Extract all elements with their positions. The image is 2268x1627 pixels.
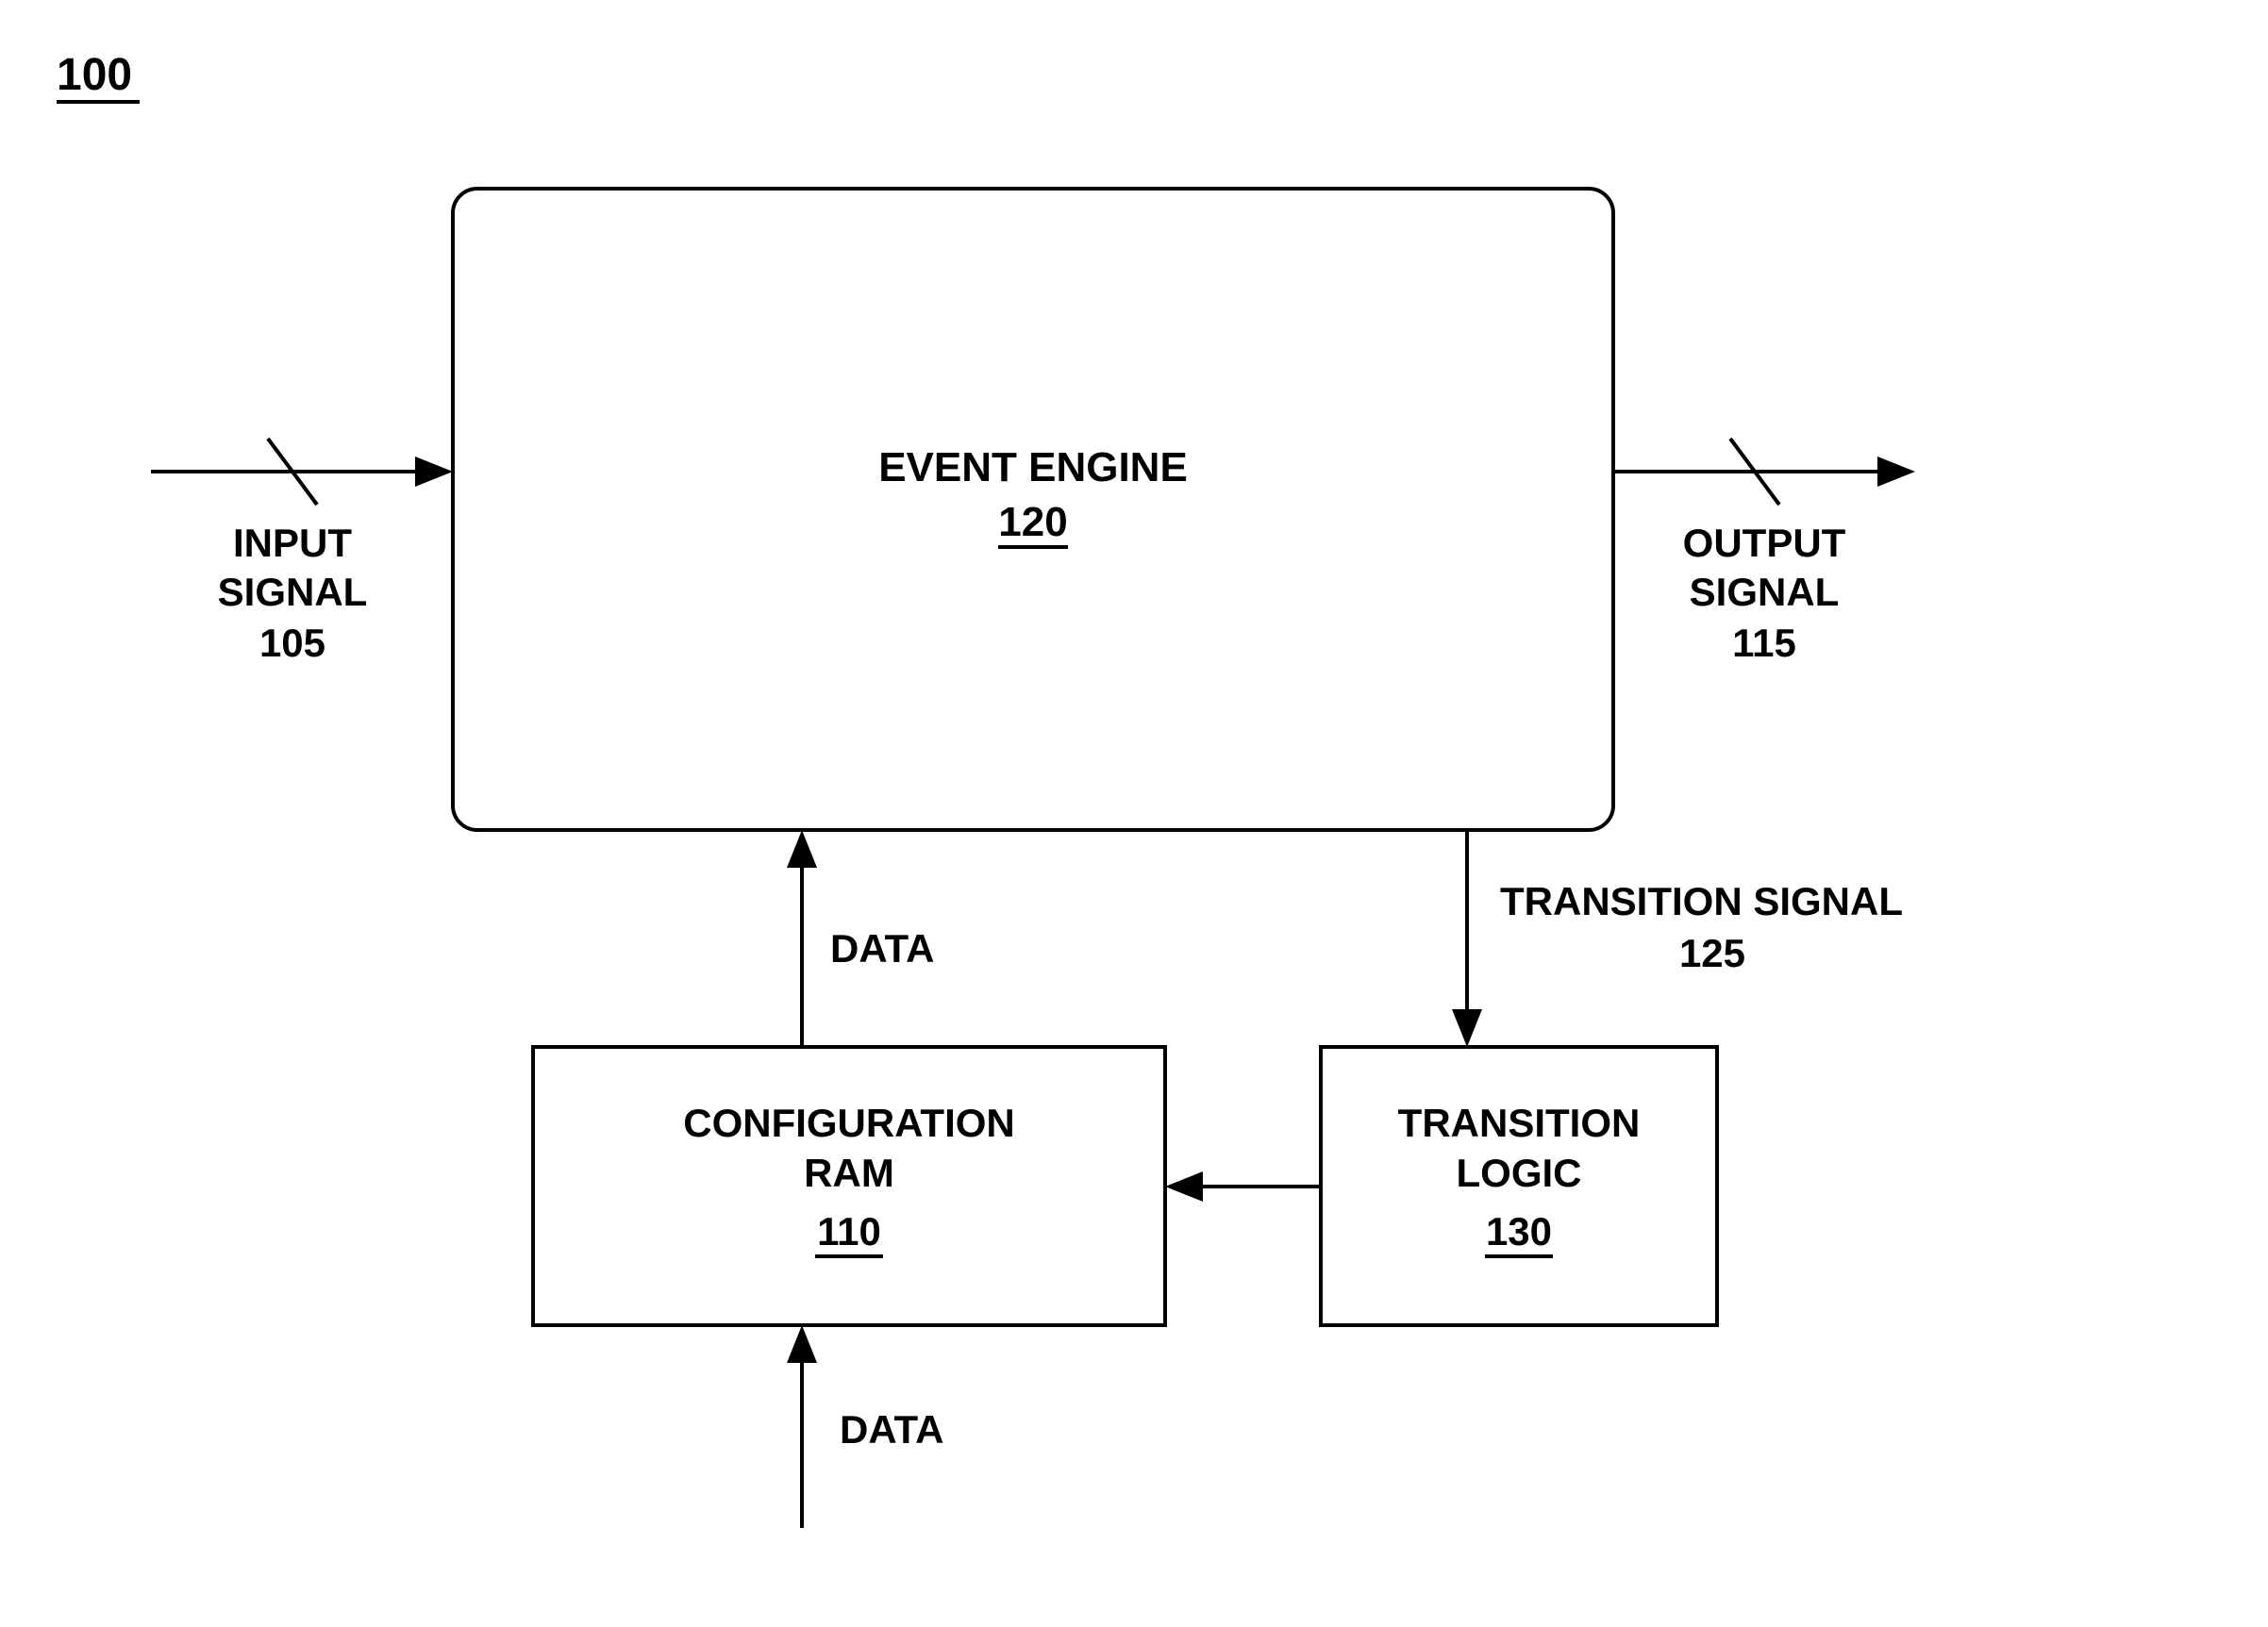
- input-signal-ref: 105: [259, 621, 325, 665]
- transition-signal-label: TRANSITION SIGNAL: [1500, 879, 1903, 923]
- input-signal-l2: SIGNAL: [218, 570, 368, 614]
- block-diagram: 100 EVENT ENGINE 120 INPUT SIGNAL 105 OU…: [0, 0, 2268, 1627]
- figure-number: 100: [57, 50, 132, 100]
- output-signal-l2: SIGNAL: [1690, 570, 1840, 614]
- output-signal-l1: OUTPUT: [1683, 521, 1846, 565]
- event-engine-title: EVENT ENGINE: [878, 444, 1188, 490]
- transition-logic-ref: 130: [1486, 1209, 1552, 1253]
- transition-signal-ref: 125: [1679, 931, 1745, 975]
- event-engine-ref: 120: [998, 499, 1067, 545]
- configuration-ram-title-l2: RAM: [804, 1151, 894, 1195]
- input-signal-l1: INPUT: [233, 521, 352, 565]
- data-label-up: DATA: [830, 926, 934, 971]
- transition-logic-title-l1: TRANSITION: [1398, 1101, 1641, 1145]
- configuration-ram-ref: 110: [817, 1209, 881, 1253]
- output-signal-ref: 115: [1732, 621, 1796, 665]
- transition-logic-title-l2: LOGIC: [1457, 1151, 1582, 1195]
- configuration-ram-title-l1: CONFIGURATION: [683, 1101, 1015, 1145]
- data-label-in: DATA: [840, 1407, 943, 1452]
